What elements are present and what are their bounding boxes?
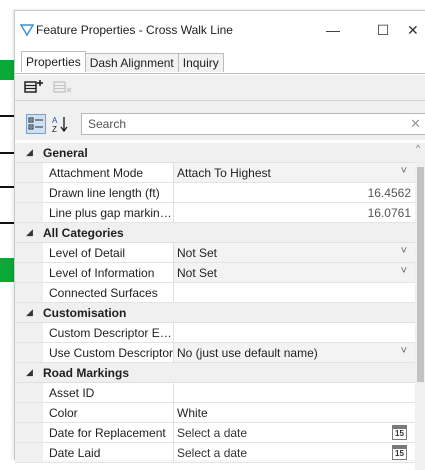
color-value[interactable]: White [177,406,208,420]
property-row-custom-descriptor-expression[interactable]: Custom Descriptor Exp... [15,323,415,343]
property-row-date-for-replacement[interactable]: Date for Replacement Select a date 15 [15,423,415,443]
collapse-triangle-icon[interactable]: ◢ [26,367,33,378]
tab-strip: Properties Dash Alignment Inquiry [21,51,224,73]
category-customisation[interactable]: ◢ Customisation [15,303,415,323]
date-for-replacement-value[interactable]: Select a date [177,426,247,440]
background-app-green-block [0,258,14,282]
close-button[interactable]: ✕ [407,19,425,41]
property-row-level-of-detail[interactable]: Level of Detail Not Set ˅ [15,243,415,263]
search-input[interactable] [88,116,388,132]
property-row-use-custom-descriptor[interactable]: Use Custom Descriptor No (just use defau… [15,343,415,363]
feature-properties-window: Feature Properties - Cross Walk Line — ☐… [14,10,425,470]
property-name: Level of Information [49,266,155,280]
categorized-view-icon [28,117,43,130]
chevron-down-icon[interactable]: ˅ [401,245,407,257]
collapse-triangle-icon[interactable]: ◢ [26,307,33,318]
chevron-down-icon[interactable]: ˅ [401,165,407,177]
maximize-button[interactable]: ☐ [369,19,397,41]
clear-search-icon[interactable]: ✕ [410,116,421,132]
property-row-asset-id[interactable]: Asset ID [15,383,415,403]
property-row-line-plus-gap[interactable]: Line plus gap marking... 16.0761 [15,203,415,223]
search-box: ✕ [81,113,425,135]
sort-alphabetical-button[interactable]: A Z [51,114,71,134]
background-app-green-block [0,60,14,80]
tab-divider [15,73,425,74]
background-app-line [0,152,14,154]
tab-properties[interactable]: Properties [21,51,86,72]
category-general[interactable]: ◢ General [15,143,415,163]
title-bar[interactable]: Feature Properties - Cross Walk Line — ☐… [15,11,425,49]
sort-az-icon: A Z [52,116,68,134]
property-name: Date for Replacement [49,426,166,440]
property-row-color[interactable]: Color White [15,403,415,423]
level-of-detail-value[interactable]: Not Set [177,246,217,260]
property-row-connected-surfaces[interactable]: Connected Surfaces [15,283,415,303]
property-name: Date Laid [49,446,101,460]
property-name: Line plus gap marking... [49,206,174,220]
drawn-line-length-value: 16.4562 [367,186,411,200]
toolbar-separator [15,100,425,101]
remove-definition-icon[interactable] [53,80,73,94]
property-row-date-laid[interactable]: Date Laid Select a date 15 [15,443,415,463]
property-grid: ◢ General Attachment Mode Attach To High… [15,143,415,463]
property-row-drawn-line-length[interactable]: Drawn line length (ft) 16.4562 [15,183,415,203]
tab-dash-alignment[interactable]: Dash Alignment [84,53,179,72]
property-name: Attachment Mode [49,166,144,180]
calendar-icon[interactable]: 15 [392,425,407,440]
minimize-button[interactable]: — [319,19,347,41]
property-row-level-of-information[interactable]: Level of Information Not Set ˅ [15,263,415,283]
vertical-scrollbar[interactable]: ^ [415,143,425,470]
property-name: Connected Surfaces [49,286,158,300]
scrollbar-thumb[interactable] [417,167,424,382]
window-title: Feature Properties - Cross Walk Line [36,23,233,37]
categorized-view-button[interactable] [26,114,46,134]
chevron-down-icon[interactable]: ˅ [401,265,407,277]
collapse-triangle-icon[interactable]: ◢ [26,147,33,158]
date-laid-value[interactable]: Select a date [177,446,247,460]
search-row: A Z ✕ [15,110,425,140]
line-plus-gap-value: 16.0761 [367,206,411,220]
category-road-markings[interactable]: ◢ Road Markings [15,363,415,383]
add-definition-icon[interactable] [24,79,44,95]
level-of-information-value[interactable]: Not Set [177,266,217,280]
tab-inquiry[interactable]: Inquiry [177,53,224,72]
calendar-icon[interactable]: 15 [392,445,407,460]
property-row-attachment-mode[interactable]: Attachment Mode Attach To Highest ˅ [15,163,415,183]
chevron-down-icon[interactable]: ˅ [401,345,407,357]
attachment-mode-value[interactable]: Attach To Highest [177,166,271,180]
property-name: Asset ID [49,386,95,400]
property-name: Custom Descriptor Exp... [49,326,174,340]
property-name: Use Custom Descriptor [49,346,174,360]
property-name: Level of Detail [49,246,126,260]
scroll-up-icon[interactable]: ^ [416,143,420,153]
background-app-line [0,222,14,224]
property-name: Drawn line length (ft) [49,186,160,200]
svg-text:Z: Z [52,125,57,134]
background-app-line [0,186,14,188]
use-custom-descriptor-value[interactable]: No (just use default name) [177,346,318,360]
triangle-app-icon [20,24,34,37]
background-app-line [0,115,14,117]
property-name: Color [49,406,78,420]
category-all-categories[interactable]: ◢ All Categories [15,223,415,243]
collapse-triangle-icon[interactable]: ◢ [26,227,33,238]
svg-text:A: A [52,116,58,125]
toolbar [15,75,425,115]
